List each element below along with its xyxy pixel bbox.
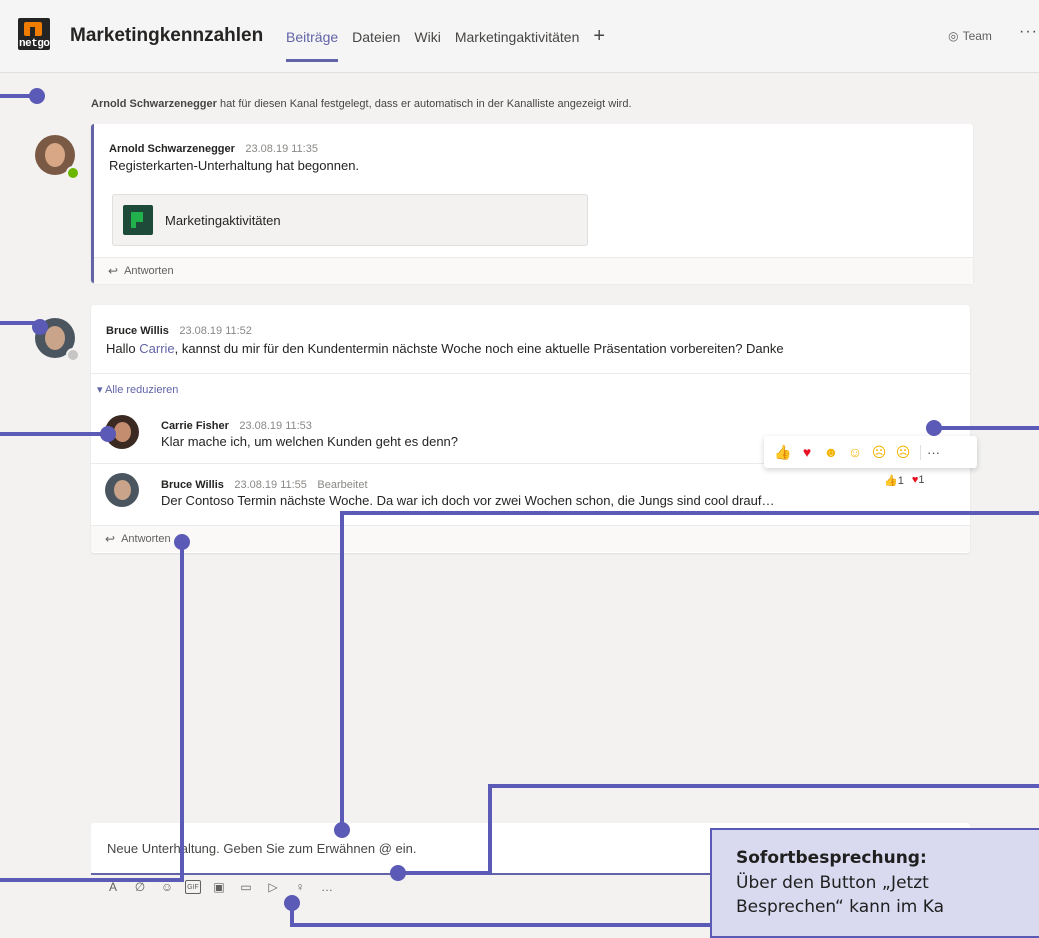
callout-dot [100, 426, 116, 442]
callout-dot [926, 420, 942, 436]
callout-dot [334, 822, 350, 838]
callout-title: Sofortbesprechung: [736, 848, 927, 868]
callout-dot [174, 534, 190, 550]
callout-dot [284, 895, 300, 911]
callout-dot [32, 319, 48, 335]
callout-dot [29, 88, 45, 104]
callout-box-sofortbesprechung: Sofortbesprechung: Über den Button „Jetz… [710, 828, 1039, 938]
callout-lines [0, 88, 1039, 927]
callout-text-line2: Besprechen“ kann im Ka [736, 897, 945, 918]
callout-text-line1: Über den Button „Jetzt [736, 872, 929, 893]
callout-dot [390, 865, 406, 881]
